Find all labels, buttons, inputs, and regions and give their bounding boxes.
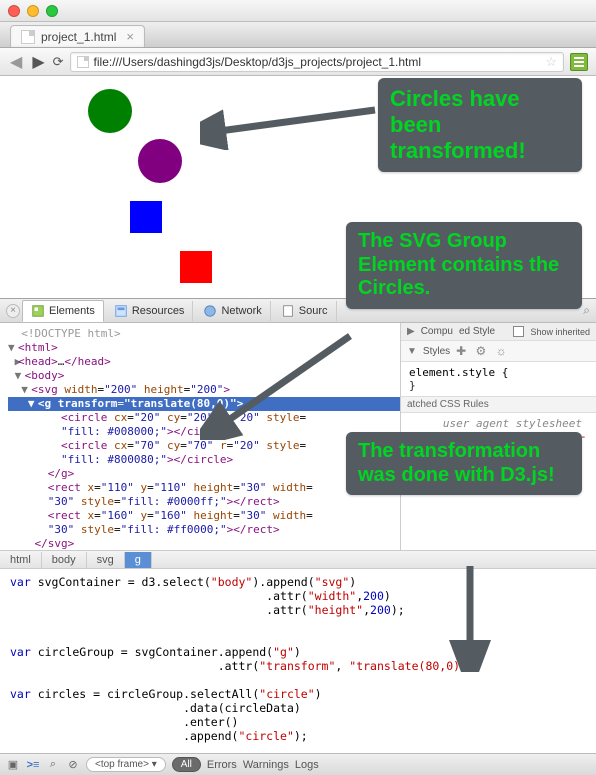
elements-icon [31, 304, 45, 318]
window-minimize-button[interactable] [27, 5, 39, 17]
sources-icon [281, 304, 295, 318]
devtools-tab-sources[interactable]: Sourc [273, 301, 337, 321]
crumb-html[interactable]: html [0, 552, 42, 568]
dock-icon[interactable]: ▣ [6, 758, 20, 772]
devtools-search-icon[interactable]: ⌕ [583, 303, 590, 318]
browser-tabstrip: project_1.html × [0, 22, 596, 48]
dom-circle2[interactable]: <circle cx="70" cy="70" r="20" style= [8, 439, 400, 453]
devtools-tab-resources[interactable]: Resources [106, 301, 194, 321]
dom-g-close[interactable]: </g> [8, 467, 400, 481]
frame-selector[interactable]: <top frame> ▾ [86, 757, 166, 772]
crumb-svg[interactable]: svg [87, 552, 125, 568]
dom-rect1[interactable]: <rect x="110" y="110" height="30" width= [8, 481, 400, 495]
filter-logs[interactable]: Logs [295, 759, 319, 771]
filter-errors[interactable]: Errors [207, 759, 237, 771]
chrome-menu-button[interactable] [570, 53, 588, 71]
show-inherited-checkbox[interactable] [513, 326, 524, 337]
element-style-block[interactable]: element.style { } [401, 362, 596, 396]
tab-close-icon[interactable]: × [126, 29, 134, 44]
console-toggle-icon[interactable]: >≡ [26, 758, 40, 772]
forward-button[interactable]: ▶ [30, 52, 46, 72]
browser-toolbar: ◀ ▶ ⟳ file:///Users/dashingd3js/Desktop/… [0, 48, 596, 76]
devtools-footer: ▣ >≡ ⌕ ⊘ <top frame> ▾ All Errors Warnin… [0, 753, 596, 775]
page-icon [77, 56, 89, 68]
back-button[interactable]: ◀ [8, 52, 24, 72]
crumb-g[interactable]: g [125, 552, 152, 568]
resources-icon [114, 304, 128, 318]
dom-rect1b[interactable]: "30" style="fill: #0000ff;"></rect> [8, 495, 400, 509]
arrow-mid [200, 330, 360, 440]
matched-rules-header: atched CSS Rules [401, 396, 596, 413]
bookmark-star-icon[interactable]: ☆ [545, 54, 557, 70]
annotation-bottom: The transformation was done with D3.js! [346, 432, 582, 495]
dom-rect2[interactable]: <rect x="160" y="160" height="30" width= [8, 509, 400, 523]
console[interactable]: var svgContainer = d3.select("body").app… [0, 568, 596, 753]
purple-circle [138, 139, 182, 183]
dom-rect2b[interactable]: "30" style="fill: #ff0000;"></rect> [8, 523, 400, 537]
network-icon [203, 304, 217, 318]
filter-warnings[interactable]: Warnings [243, 759, 289, 771]
annotation-mid: The SVG Group Element contains the Circl… [346, 222, 582, 309]
dom-breadcrumb[interactable]: html body svg g [0, 550, 596, 568]
crumb-body[interactable]: body [42, 552, 87, 568]
file-icon [21, 30, 35, 44]
window-zoom-button[interactable] [46, 5, 58, 17]
search-icon[interactable]: ⌕ [46, 758, 60, 772]
tab-title: project_1.html [41, 30, 116, 44]
window-close-button[interactable] [8, 5, 20, 17]
arrow-top [200, 100, 385, 150]
url-text: file:///Users/dashingd3js/Desktop/d3js_p… [94, 55, 422, 69]
devtools-tab-network[interactable]: Network [195, 301, 270, 321]
blue-square [130, 201, 162, 233]
reload-button[interactable]: ⟳ [53, 54, 64, 70]
dom-circle2b[interactable]: "fill: #800080;"></circle> [8, 453, 400, 467]
address-bar[interactable]: file:///Users/dashingd3js/Desktop/d3js_p… [70, 52, 564, 72]
styles-section-header: ▼Styles ✚ ⚙ ☼ [401, 341, 596, 362]
computed-style-header[interactable]: ▶ Compued Style Show inherited [401, 323, 596, 341]
clear-icon[interactable]: ⊘ [66, 758, 80, 772]
green-circle [88, 89, 132, 133]
devtools-close-button[interactable]: × [6, 304, 20, 318]
red-square [180, 251, 212, 283]
window-titlebar [0, 0, 596, 22]
dom-svg-close[interactable]: </svg> [8, 537, 400, 550]
browser-tab[interactable]: project_1.html × [10, 25, 145, 47]
annotation-top: Circles have been transformed! [378, 78, 582, 172]
devtools-tab-elements[interactable]: Elements [22, 300, 104, 322]
filter-all[interactable]: All [172, 757, 201, 772]
arrow-bottom [440, 562, 500, 672]
